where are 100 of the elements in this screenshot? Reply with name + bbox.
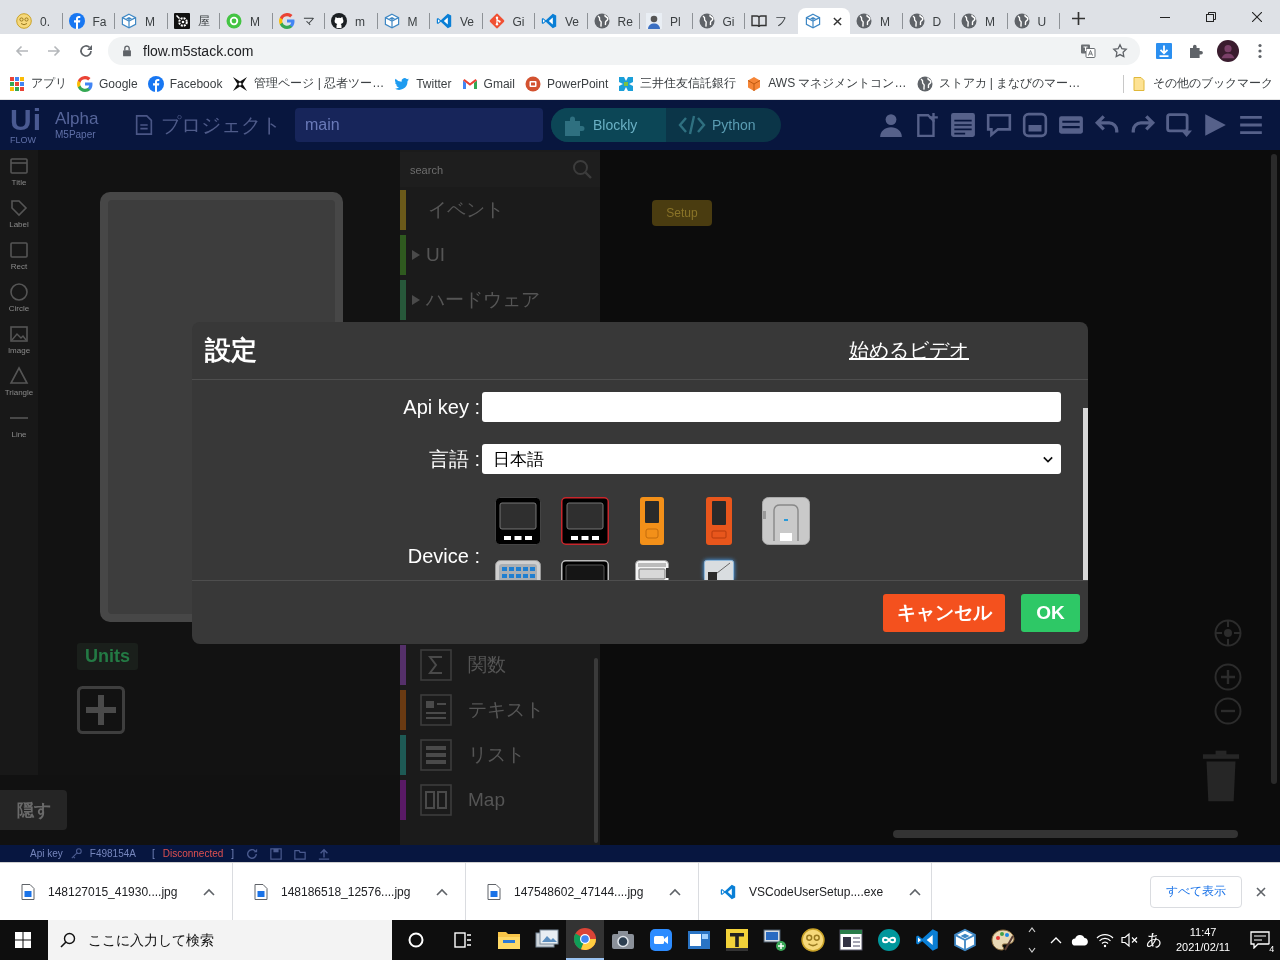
- device-icon[interactable]: [761, 497, 810, 545]
- close-icon[interactable]: [832, 16, 842, 26]
- bookmark[interactable]: アプリ: [4, 69, 72, 98]
- folder-icon[interactable]: [294, 847, 307, 860]
- bookmark-folder[interactable]: その他のブックマーク: [1126, 69, 1278, 98]
- show-all-button[interactable]: すべて表示: [1150, 875, 1242, 908]
- shape-tool[interactable]: Image: [7, 324, 31, 360]
- ime-indicator[interactable]: あ: [1146, 929, 1162, 951]
- address-bar[interactable]: flow.m5stack.com: [108, 37, 1140, 65]
- save-icon[interactable]: [270, 847, 283, 860]
- scroll-arrows-icon[interactable]: [1028, 926, 1036, 954]
- chevron-up-icon[interactable]: [203, 887, 216, 896]
- muted-speaker-icon[interactable]: [1121, 932, 1139, 948]
- task-view-icon[interactable]: [454, 932, 472, 948]
- extensions-icon[interactable]: [1188, 43, 1204, 59]
- cloud-icon[interactable]: [1071, 934, 1089, 946]
- new-file-icon[interactable]: [914, 112, 940, 138]
- star-icon[interactable]: [1112, 43, 1128, 59]
- bookmark[interactable]: 管理ページ | 忍者ツー…: [227, 69, 390, 98]
- menu-icon[interactable]: [1258, 43, 1262, 59]
- browser-tab[interactable]: フ: [745, 8, 798, 34]
- user-icon[interactable]: [878, 112, 904, 138]
- file-name-field[interactable]: main: [295, 108, 543, 142]
- upload-icon[interactable]: [318, 847, 331, 860]
- close-icon[interactable]: [1256, 886, 1266, 897]
- browser-tab[interactable]: マ: [272, 8, 325, 34]
- browser-tab[interactable]: D: [902, 8, 955, 34]
- bookmark[interactable]: Twitter: [389, 69, 457, 98]
- shape-tool[interactable]: Circle: [8, 282, 30, 318]
- chat-icon[interactable]: [986, 112, 1012, 138]
- browser-tab[interactable]: 屋: [167, 8, 220, 34]
- close-icon[interactable]: [1252, 12, 1262, 22]
- browser-tab[interactable]: M: [115, 8, 168, 34]
- monitor-icon[interactable]: [1166, 112, 1192, 138]
- browser-tab[interactable]: Re: [587, 8, 640, 34]
- device-icon[interactable]: [494, 560, 541, 580]
- browser-tab[interactable]: Ve: [535, 8, 588, 34]
- chevron-up-icon[interactable]: [669, 887, 682, 896]
- device-icon[interactable]: [560, 560, 609, 580]
- shape-tool[interactable]: Label: [9, 198, 29, 234]
- start-icon[interactable]: [15, 932, 31, 948]
- video-link[interactable]: 始めるビデオ: [849, 337, 969, 364]
- bookmark[interactable]: 三井住友信託銀行: [613, 69, 742, 98]
- bookmark[interactable]: ストアカ | まなびのマー…: [911, 69, 1086, 98]
- browser-tab[interactable]: M: [377, 8, 430, 34]
- browser-tab[interactable]: M: [955, 8, 1008, 34]
- shape-tool[interactable]: Rect: [9, 240, 29, 276]
- wifi-icon[interactable]: [1096, 932, 1114, 948]
- notification-icon[interactable]: [1250, 931, 1271, 949]
- device-icon[interactable]: [560, 497, 609, 545]
- language-select[interactable]: 日本語: [482, 444, 1061, 474]
- bookmark[interactable]: Google: [72, 69, 143, 98]
- mode-tab[interactable]: Python: [666, 108, 781, 142]
- browser-tab[interactable]: Gi: [692, 8, 745, 34]
- translate-icon[interactable]: [1080, 43, 1096, 59]
- taskbar-button[interactable]: [566, 920, 604, 960]
- device-icon[interactable]: [703, 560, 734, 580]
- minimize-icon[interactable]: [1160, 16, 1170, 18]
- browser-tab[interactable]: m: [325, 8, 378, 34]
- bookmark[interactable]: PowerPoint: [519, 69, 614, 98]
- play-icon[interactable]: [1202, 112, 1228, 138]
- image-file-icon: [254, 883, 268, 900]
- device-icon[interactable]: [494, 497, 541, 545]
- device-icon[interactable]: [639, 497, 664, 545]
- shape-tool[interactable]: Triangle: [4, 366, 34, 402]
- clock[interactable]: 11:47 2021/02/11: [1176, 925, 1231, 955]
- shape-tool[interactable]: Title: [9, 156, 29, 192]
- avatar-icon[interactable]: [1217, 40, 1239, 62]
- chevron-up-icon[interactable]: [436, 887, 449, 896]
- browser-tab[interactable]: Ve: [430, 8, 483, 34]
- browser-tab[interactable]: M: [850, 8, 903, 34]
- restore-icon[interactable]: [1206, 12, 1216, 22]
- columns-icon: [420, 783, 452, 816]
- scrollbar[interactable]: [1083, 408, 1088, 580]
- circle-icon[interactable]: [408, 932, 424, 948]
- browser-tab[interactable]: U: [1007, 8, 1060, 34]
- box-icon[interactable]: [1022, 112, 1048, 138]
- browser-tab[interactable]: Gi: [482, 8, 535, 34]
- text-lines-icon[interactable]: [950, 112, 976, 138]
- download-icon[interactable]: [1156, 43, 1172, 59]
- reload-icon[interactable]: [78, 43, 94, 59]
- scrollbar[interactable]: [893, 830, 1238, 838]
- bookmark[interactable]: AWS マネジメントコン…: [741, 69, 912, 98]
- book-icon: [751, 13, 767, 29]
- mode-tab[interactable]: Blockly: [551, 108, 666, 142]
- bookmark[interactable]: Facebook: [142, 69, 228, 98]
- new-tab-icon[interactable]: [1071, 11, 1085, 25]
- browser-tab[interactable]: 0.: [10, 8, 63, 34]
- sync-icon[interactable]: [246, 847, 259, 860]
- browser-tab[interactable]: M: [220, 8, 273, 34]
- shape-tool[interactable]: Line: [9, 408, 29, 444]
- browser-tab[interactable]: Pl: [640, 8, 693, 34]
- device-icon[interactable]: [634, 560, 669, 580]
- browser-tab[interactable]: Fa: [62, 8, 115, 34]
- chevron-up-icon[interactable]: [909, 887, 922, 896]
- bookmark[interactable]: Gmail: [456, 69, 520, 98]
- scrollbar[interactable]: [1271, 154, 1277, 784]
- search-field[interactable]: ここに入力して検索: [48, 920, 392, 960]
- api-key-field[interactable]: [482, 392, 1061, 422]
- browser-tab[interactable]: [797, 8, 850, 34]
